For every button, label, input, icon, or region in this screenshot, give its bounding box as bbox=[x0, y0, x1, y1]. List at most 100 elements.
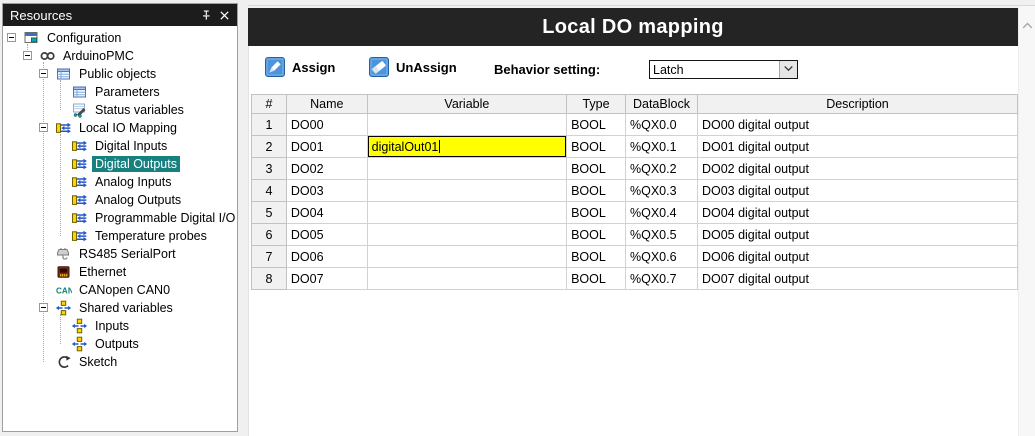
unassign-label: UnAssign bbox=[396, 60, 457, 75]
datablock-cell: %QX0.5 bbox=[626, 224, 698, 246]
assign-button[interactable]: Assign bbox=[265, 57, 335, 77]
tree-expander[interactable] bbox=[39, 69, 48, 78]
variable-cell[interactable] bbox=[367, 202, 566, 224]
type-cell: BOOL bbox=[567, 224, 626, 246]
dropdown-arrow-button[interactable] bbox=[779, 61, 797, 78]
description-cell[interactable]: DO02 digital output bbox=[697, 158, 1017, 180]
tree-item-ethernet[interactable]: Ethernet bbox=[3, 263, 237, 281]
description-cell[interactable]: DO05 digital output bbox=[697, 224, 1017, 246]
io-mapping-icon bbox=[71, 228, 88, 244]
tree-expander[interactable] bbox=[23, 51, 32, 60]
tree-item-analog-inputs[interactable]: Analog Inputs bbox=[3, 173, 237, 191]
col-header-variable: Variable bbox=[367, 95, 566, 114]
page-title: Local DO mapping bbox=[542, 16, 723, 39]
tree-item-local-io-mapping[interactable]: Local IO Mapping bbox=[3, 119, 237, 137]
table-row: 6 DO05 BOOL %QX0.5 DO05 digital output bbox=[252, 224, 1018, 246]
name-cell[interactable]: DO07 bbox=[286, 268, 367, 290]
shared-variables-icon bbox=[71, 318, 88, 334]
tree-expander[interactable] bbox=[39, 123, 48, 132]
datablock-cell: %QX0.2 bbox=[626, 158, 698, 180]
do-mapping-content: Assign UnAssign Behavior setting: Latch … bbox=[248, 46, 1018, 436]
tree-item-digital-outputs[interactable]: Digital Outputs bbox=[3, 155, 237, 173]
table-row: 1 DO00 BOOL %QX0.0 DO00 digital output bbox=[252, 114, 1018, 136]
tree-expander[interactable] bbox=[39, 303, 48, 312]
ethernet-icon bbox=[55, 264, 72, 280]
shared-variables-icon bbox=[71, 336, 88, 352]
tree-item-programmable-digital-io[interactable]: Programmable Digital I/O bbox=[3, 209, 237, 227]
type-cell: BOOL bbox=[567, 114, 626, 136]
description-cell[interactable]: DO04 digital output bbox=[697, 202, 1017, 224]
io-mapping-icon bbox=[71, 210, 88, 226]
tree-item-shared-inputs[interactable]: Inputs bbox=[3, 317, 237, 335]
type-cell: BOOL bbox=[567, 246, 626, 268]
row-index: 6 bbox=[252, 224, 287, 246]
unassign-button[interactable]: UnAssign bbox=[369, 57, 457, 77]
description-cell[interactable]: DO00 digital output bbox=[697, 114, 1017, 136]
pin-icon bbox=[199, 9, 212, 22]
tree-item-shared-outputs[interactable]: Outputs bbox=[3, 335, 237, 353]
name-cell[interactable]: DO01 bbox=[286, 136, 367, 158]
description-cell[interactable]: DO06 digital output bbox=[697, 246, 1017, 268]
variable-cell[interactable] bbox=[367, 180, 566, 202]
variable-cell[interactable] bbox=[367, 268, 566, 290]
behavior-setting-dropdown[interactable]: Latch bbox=[649, 60, 798, 79]
table-row: 5 DO04 BOOL %QX0.4 DO04 digital output bbox=[252, 202, 1018, 224]
name-cell[interactable]: DO06 bbox=[286, 246, 367, 268]
panel-top-divider bbox=[248, 5, 1035, 6]
scroll-up-button[interactable] bbox=[1019, 20, 1035, 31]
close-icon bbox=[218, 9, 231, 22]
unassign-icon bbox=[369, 57, 389, 77]
type-cell: BOOL bbox=[567, 158, 626, 180]
col-header-index: # bbox=[252, 95, 287, 114]
pin-button[interactable] bbox=[196, 7, 215, 24]
datablock-cell: %QX0.1 bbox=[626, 136, 698, 158]
name-cell[interactable]: DO05 bbox=[286, 224, 367, 246]
tree-item-arduinopmc[interactable]: ArduinoPMC bbox=[3, 47, 237, 65]
tree-item-canopen-can0[interactable]: CANopen CAN0 bbox=[3, 281, 237, 299]
table-header-row: # Name Variable Type DataBlock Descripti… bbox=[252, 95, 1018, 114]
tree-item-sketch[interactable]: Sketch bbox=[3, 353, 237, 371]
do-mapping-table: # Name Variable Type DataBlock Descripti… bbox=[251, 94, 1018, 290]
status-variables-icon bbox=[71, 102, 88, 118]
tree-expander[interactable] bbox=[7, 33, 16, 42]
tree-item-analog-outputs[interactable]: Analog Outputs bbox=[3, 191, 237, 209]
tree-item-parameters[interactable]: Parameters bbox=[3, 83, 237, 101]
variable-edit-input[interactable]: digitalOut01 bbox=[368, 136, 566, 157]
assign-icon bbox=[265, 57, 285, 77]
tree-item-shared-variables[interactable]: Shared variables bbox=[3, 299, 237, 317]
col-header-type: Type bbox=[567, 95, 626, 114]
tree-item-digital-inputs[interactable]: Digital Inputs bbox=[3, 137, 237, 155]
variable-cell[interactable] bbox=[367, 224, 566, 246]
variable-cell[interactable] bbox=[367, 158, 566, 180]
name-cell[interactable]: DO03 bbox=[286, 180, 367, 202]
description-cell[interactable]: DO03 digital output bbox=[697, 180, 1017, 202]
io-mapping-icon bbox=[71, 156, 88, 172]
type-cell: BOOL bbox=[567, 180, 626, 202]
vertical-scrollbar[interactable] bbox=[1018, 6, 1035, 436]
tree-item-temperature-probes[interactable]: Temperature probes bbox=[3, 227, 237, 245]
tree-item-rs485-serialport[interactable]: RS485 SerialPort bbox=[3, 245, 237, 263]
assign-label: Assign bbox=[292, 60, 335, 75]
datablock-cell: %QX0.6 bbox=[626, 246, 698, 268]
tree-item-public-objects[interactable]: Public objects bbox=[3, 65, 237, 83]
name-cell[interactable]: DO00 bbox=[286, 114, 367, 136]
description-cell[interactable]: DO07 digital output bbox=[697, 268, 1017, 290]
description-cell[interactable]: DO01 digital output bbox=[697, 136, 1017, 158]
row-index: 2 bbox=[252, 136, 287, 158]
name-cell[interactable]: DO04 bbox=[286, 202, 367, 224]
tree-item-configuration[interactable]: Configuration bbox=[3, 29, 237, 47]
tree-item-status-variables[interactable]: Status variables bbox=[3, 101, 237, 119]
arduino-icon bbox=[39, 48, 56, 64]
close-button[interactable] bbox=[215, 7, 234, 24]
variable-cell[interactable] bbox=[367, 246, 566, 268]
io-mapping-icon bbox=[71, 174, 88, 190]
behavior-setting-value: Latch bbox=[650, 61, 779, 78]
variable-cell[interactable] bbox=[367, 114, 566, 136]
name-cell[interactable]: DO02 bbox=[286, 158, 367, 180]
variable-cell-editing[interactable]: digitalOut01 bbox=[367, 136, 566, 158]
chevron-down-icon bbox=[783, 64, 794, 75]
row-index: 3 bbox=[252, 158, 287, 180]
datablock-cell: %QX0.7 bbox=[626, 268, 698, 290]
table-row: 2 DO01 digitalOut01 BOOL %QX0.1 DO01 dig… bbox=[252, 136, 1018, 158]
configuration-icon bbox=[23, 30, 40, 46]
